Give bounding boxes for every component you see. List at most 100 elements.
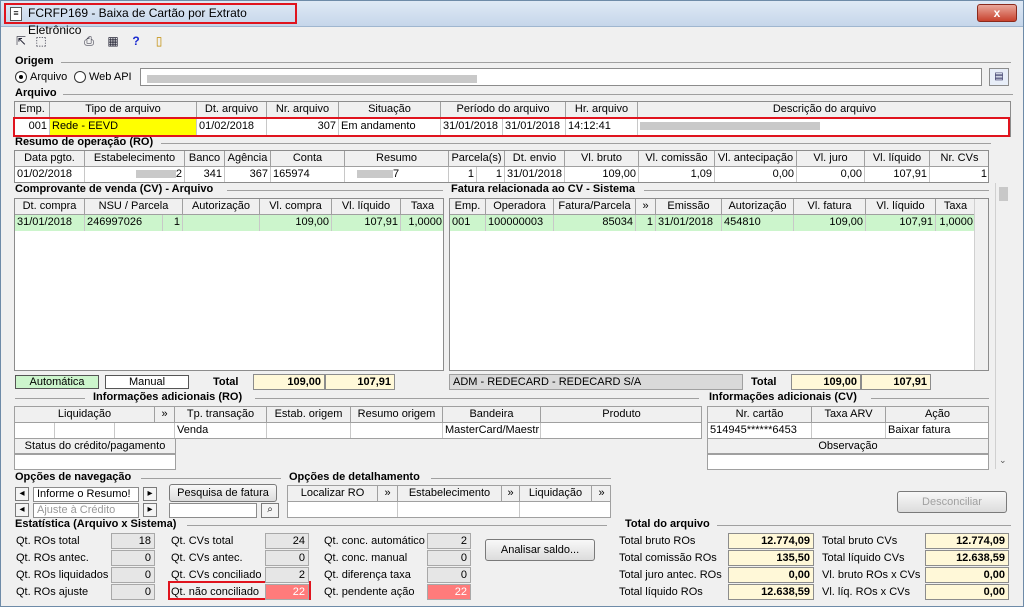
- cell[interactable]: [398, 502, 520, 517]
- cell[interactable]: 100000003: [486, 215, 554, 231]
- observacao-field[interactable]: [707, 454, 989, 470]
- close-button[interactable]: x: [977, 4, 1017, 22]
- cell[interactable]: 109,00: [565, 167, 639, 182]
- pesquisa-fatura-input[interactable]: [169, 503, 257, 518]
- col-header[interactable]: »: [592, 486, 610, 502]
- desconciliar-button[interactable]: Desconciliar: [897, 491, 1007, 513]
- pesquisa-fatura-button[interactable]: Pesquisa de fatura: [169, 484, 277, 502]
- stat-value: 22: [427, 584, 471, 600]
- stat-label: Qt. não conciliado: [171, 586, 260, 598]
- status-credito-field[interactable]: [14, 454, 176, 470]
- cell[interactable]: [541, 423, 701, 438]
- cell[interactable]: 001: [450, 215, 486, 231]
- printer-icon[interactable]: ⎙: [81, 33, 97, 49]
- nav-next-2[interactable]: ▸: [143, 503, 157, 517]
- cell[interactable]: MasterCard/Maestr: [443, 423, 541, 438]
- help-icon[interactable]: ?: [128, 33, 144, 49]
- col-header[interactable]: »: [155, 407, 175, 423]
- radio-webapi[interactable]: [74, 71, 86, 83]
- cell[interactable]: [55, 423, 115, 438]
- cell[interactable]: 31/01/2018: [15, 215, 85, 231]
- cursor-icon[interactable]: ⬚: [33, 33, 49, 49]
- cell[interactable]: 1,09: [639, 167, 715, 182]
- automatica-button[interactable]: Automática: [15, 375, 99, 389]
- col-header: Vl. fatura: [794, 199, 866, 215]
- col-header[interactable]: »: [378, 486, 398, 502]
- exit-door-icon[interactable]: ▯: [151, 33, 167, 49]
- cell[interactable]: Venda: [175, 423, 267, 438]
- nav-prev-2[interactable]: ◂: [15, 503, 29, 517]
- fatura-scrollbar[interactable]: [974, 199, 988, 370]
- cell[interactable]: 454810: [722, 215, 794, 231]
- radio-arquivo-label: Arquivo: [30, 71, 68, 83]
- cell-text: 2: [175, 168, 182, 180]
- cell[interactable]: 367: [225, 167, 271, 182]
- cell[interactable]: 1: [449, 167, 477, 182]
- browse-file-icon[interactable]: ▤: [989, 68, 1009, 86]
- cell[interactable]: 165974: [271, 167, 345, 182]
- cell[interactable]: 0,00: [715, 167, 797, 182]
- cell[interactable]: 1,0000: [936, 215, 976, 231]
- total-value: 12.774,09: [925, 533, 1009, 549]
- search-icon[interactable]: ⌕: [261, 503, 279, 518]
- cell[interactable]: 1: [930, 167, 988, 182]
- cell[interactable]: 0,00: [797, 167, 865, 182]
- stats-title: Estatística (Arquivo x Sistema): [15, 518, 177, 530]
- col-header: Taxa ARV: [812, 407, 886, 423]
- cell[interactable]: 01/02/2018: [15, 167, 85, 182]
- nav-prev-1[interactable]: ◂: [15, 487, 29, 501]
- cell[interactable]: [520, 502, 610, 517]
- cell[interactable]: [15, 423, 55, 438]
- cell[interactable]: 109,00: [260, 215, 332, 231]
- col-header: Vl. líquido: [866, 199, 936, 215]
- nav-title: Opções de navegação: [15, 471, 132, 483]
- cell[interactable]: 107,91: [865, 167, 930, 182]
- cell[interactable]: [267, 423, 351, 438]
- info-cv-grid: Nr. cartão Taxa ARV Ação 514945******645…: [707, 406, 989, 439]
- radio-arquivo[interactable]: [15, 71, 27, 83]
- cell[interactable]: 109,00: [794, 215, 866, 231]
- cell[interactable]: Baixar fatura: [886, 423, 988, 438]
- cell[interactable]: 514945******6453: [708, 423, 812, 438]
- main-scrollbar[interactable]: ⌄: [995, 183, 1011, 469]
- col-header[interactable]: »: [502, 486, 520, 502]
- cell[interactable]: 85034: [554, 215, 636, 231]
- cell[interactable]: 1,0000: [401, 215, 443, 231]
- cell[interactable]: 1: [477, 167, 505, 182]
- file-path-input[interactable]: [140, 68, 982, 86]
- ajuste-select[interactable]: Ajuste à Crédito: [33, 503, 139, 518]
- resumo-input[interactable]: Informe o Resumo!: [33, 487, 139, 502]
- detail-title: Opções de detalhamento: [289, 471, 420, 483]
- manual-button[interactable]: Manual: [105, 375, 189, 389]
- cell[interactable]: 107,91: [866, 215, 936, 231]
- analisar-saldo-button[interactable]: Analisar saldo...: [485, 539, 595, 561]
- cell[interactable]: 1: [163, 215, 183, 231]
- col-header: Dt. envio: [505, 151, 565, 167]
- col-header: Conta: [271, 151, 345, 167]
- nav-next-1[interactable]: ▸: [143, 487, 157, 501]
- cell[interactable]: [351, 423, 443, 438]
- cell[interactable]: [812, 423, 886, 438]
- total-value: 135,50: [728, 550, 814, 566]
- cell[interactable]: 246997026: [85, 215, 163, 231]
- col-header[interactable]: »: [636, 199, 656, 215]
- cell[interactable]: [183, 215, 260, 231]
- cell[interactable]: 1: [636, 215, 656, 231]
- arquivo-title: Arquivo: [15, 87, 57, 99]
- arrow-icon[interactable]: ⇱: [13, 33, 29, 49]
- cell[interactable]: 107,91: [332, 215, 401, 231]
- cell[interactable]: 31/01/2018: [505, 167, 565, 182]
- cell[interactable]: [288, 502, 398, 517]
- cell[interactable]: 31/01/2018: [656, 215, 722, 231]
- stat-value: 0: [427, 550, 471, 566]
- cell[interactable]: [115, 423, 175, 438]
- cell[interactable]: 341: [185, 167, 225, 182]
- cell[interactable]: 7: [345, 167, 449, 182]
- calculator-icon[interactable]: ▦: [105, 33, 121, 49]
- cv-total-label: Total: [213, 376, 239, 388]
- cv-title: Comprovante de venda (CV) - Arquivo: [15, 183, 214, 195]
- cell[interactable]: 2: [85, 167, 185, 182]
- stat-value: 0: [111, 584, 155, 600]
- stat-value: 18: [111, 533, 155, 549]
- col-header: Operadora: [486, 199, 554, 215]
